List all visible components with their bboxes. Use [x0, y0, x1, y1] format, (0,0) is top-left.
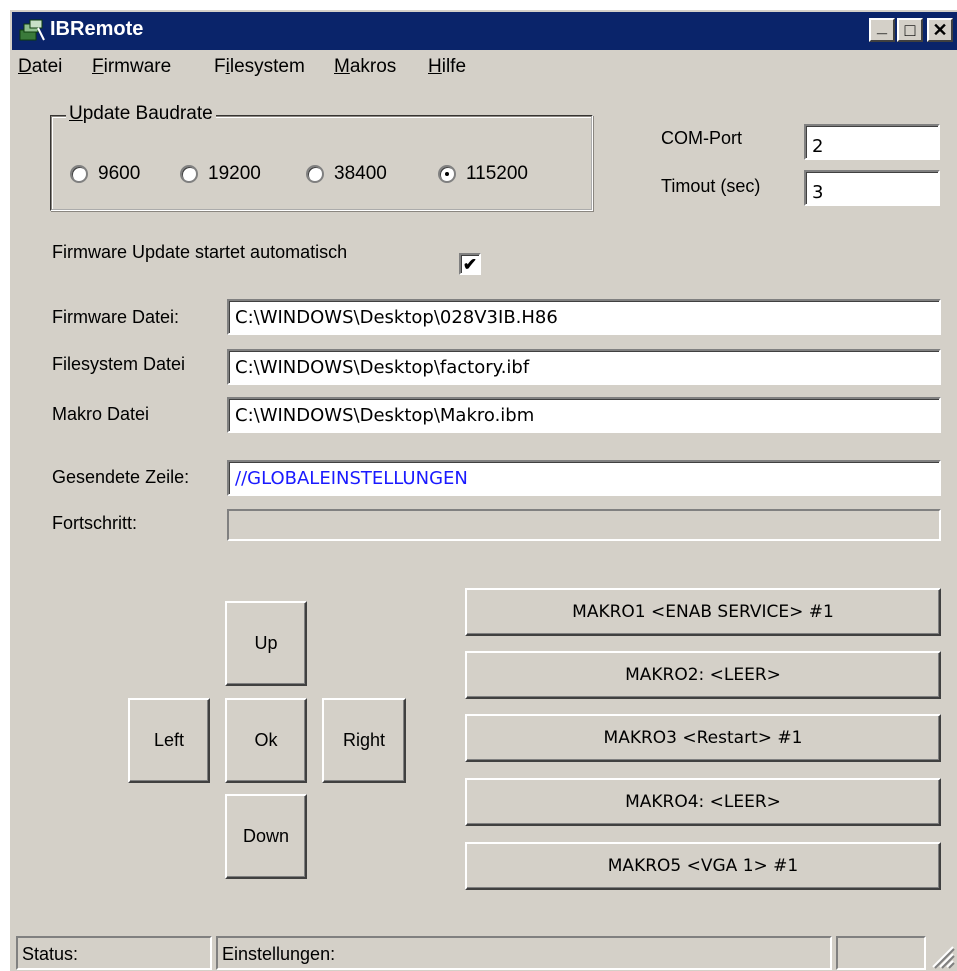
title-bar[interactable]: IBRemote _ □ ✕	[12, 12, 957, 50]
right-button[interactable]: Right	[322, 698, 406, 783]
left-button[interactable]: Left	[128, 698, 210, 783]
sent-line-field: //GLOBALEINSTELLUNGEN	[227, 460, 941, 496]
resize-grip-icon[interactable]	[927, 941, 955, 969]
checkmark-icon: ✔	[462, 254, 478, 274]
baud-115200-radio[interactable]: 115200	[438, 163, 528, 185]
menu-hilfe[interactable]: Hilfe	[428, 56, 466, 78]
menu-datei[interactable]: Datei	[18, 56, 62, 78]
auto-update-label: Firmware Update startet automatisch	[52, 242, 348, 262]
makro2-button[interactable]: MAKRO2: <LEER>	[465, 651, 941, 699]
app-icon	[19, 19, 45, 41]
menu-bar: Datei Firmware Filesystem Makros Hilfe	[12, 50, 957, 84]
baud-19200-radio[interactable]: 19200	[180, 163, 261, 185]
progress-bar	[227, 509, 941, 541]
com-port-label: COM-Port	[661, 128, 742, 148]
radio-icon	[306, 165, 324, 183]
baudrate-group-label: Update Baudrate	[66, 103, 216, 125]
makro-file-label: Makro Datei	[52, 404, 150, 424]
maximize-button[interactable]: □	[897, 18, 923, 42]
progress-label: Fortschritt:	[52, 513, 138, 533]
baud-38400-radio[interactable]: 38400	[306, 163, 387, 185]
firmware-file-input[interactable]: C:\WINDOWS\Desktop\028V3IB.H86	[227, 299, 941, 335]
makro4-button[interactable]: MAKRO4: <LEER>	[465, 778, 941, 826]
menu-firmware[interactable]: Firmware	[92, 56, 171, 78]
radio-selected-icon	[438, 165, 456, 183]
timeout-label: Timout (sec)	[661, 176, 761, 196]
close-icon: ✕	[932, 20, 948, 40]
com-port-input[interactable]: 2	[804, 124, 940, 160]
radio-icon	[70, 165, 88, 183]
sent-line-label: Gesendete Zeile:	[52, 467, 190, 487]
firmware-file-label: Firmware Datei:	[52, 307, 180, 327]
extra-status-panel	[836, 936, 926, 970]
settings-panel: Einstellungen:	[216, 936, 832, 970]
status-bar: Status: Einstellungen:	[12, 934, 957, 971]
window-title: IBRemote	[50, 18, 144, 40]
app-window: IBRemote _ □ ✕ Datei Firmware Filesystem…	[8, 8, 957, 971]
auto-update-checkbox[interactable]: ✔	[459, 253, 481, 275]
close-button[interactable]: ✕	[927, 18, 953, 42]
ok-button[interactable]: Ok	[225, 698, 307, 783]
menu-makros[interactable]: Makros	[334, 56, 396, 78]
filesystem-file-input[interactable]: C:\WINDOWS\Desktop\factory.ibf	[227, 349, 941, 385]
menu-filesystem[interactable]: Filesystem	[214, 56, 305, 78]
up-button[interactable]: Up	[225, 601, 307, 686]
baud-9600-radio[interactable]: 9600	[70, 163, 140, 185]
makro5-button[interactable]: MAKRO5 <VGA 1> #1	[465, 842, 941, 890]
filesystem-file-label: Filesystem Datei	[52, 354, 186, 374]
minimize-button[interactable]: _	[869, 16, 895, 42]
makro3-button[interactable]: MAKRO3 <Restart> #1	[465, 714, 941, 762]
makro1-button[interactable]: MAKRO1 <ENAB SERVICE> #1	[465, 588, 941, 636]
status-panel: Status:	[16, 936, 212, 970]
timeout-input[interactable]: 3	[804, 170, 940, 206]
minimize-icon: _	[876, 16, 887, 36]
makro-file-input[interactable]: C:\WINDOWS\Desktop\Makro.ibm	[227, 397, 941, 433]
maximize-icon: □	[904, 20, 916, 40]
radio-icon	[180, 165, 198, 183]
down-button[interactable]: Down	[225, 794, 307, 879]
